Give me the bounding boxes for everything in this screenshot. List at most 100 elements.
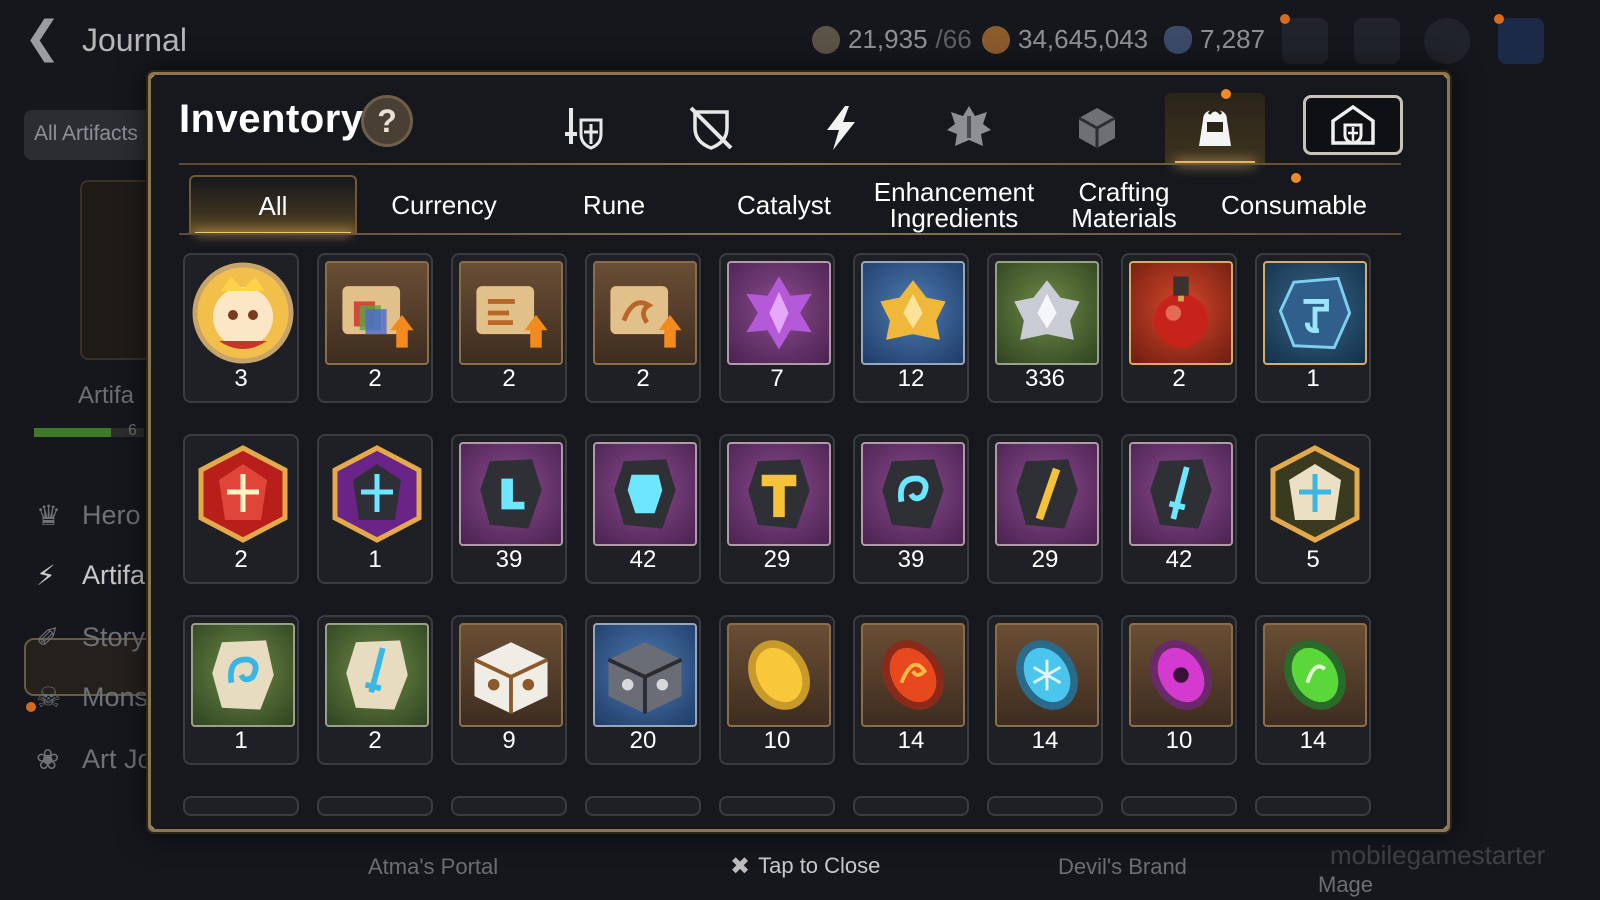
- item-quantity: 336: [1024, 365, 1066, 392]
- inventory-slot-partial[interactable]: [317, 796, 433, 816]
- inventory-slot[interactable]: 42: [585, 434, 701, 584]
- inventory-slot-partial[interactable]: [585, 796, 701, 816]
- inventory-slot[interactable]: 2: [317, 615, 433, 765]
- inventory-slot-partial[interactable]: [1121, 796, 1237, 816]
- nav-artifact[interactable]: ⚡ Artifa: [36, 560, 145, 591]
- inventory-slot[interactable]: 1: [317, 434, 433, 584]
- tab-material[interactable]: [919, 93, 1019, 163]
- item-icon-frame: [1263, 261, 1367, 365]
- hero-icon: ♛: [36, 498, 62, 532]
- subtab-divider: [179, 233, 1401, 235]
- inventory-slot-partial[interactable]: [987, 796, 1103, 816]
- item-quantity: 2: [368, 727, 382, 754]
- slash-rune-icon: [1016, 459, 1078, 529]
- inventory-slot-partial[interactable]: [183, 796, 299, 816]
- phantasma-portrait-icon: [192, 262, 294, 364]
- inventory-slot[interactable]: 2: [317, 253, 433, 403]
- item-quantity: 7: [770, 365, 784, 392]
- inventory-slot[interactable]: 3: [183, 253, 299, 403]
- bag-notification-dot: [1221, 89, 1231, 99]
- nav-monster[interactable]: ☠ Mons: [36, 682, 148, 713]
- inventory-slot[interactable]: 39: [451, 434, 567, 584]
- subtab-crafting-materials[interactable]: Crafting Materials: [1041, 175, 1207, 235]
- tab-cube[interactable]: [1047, 93, 1147, 163]
- inventory-slot-partial[interactable]: [451, 796, 567, 816]
- subtab-consumable[interactable]: Consumable: [1211, 175, 1377, 235]
- inventory-slot[interactable]: 42: [1121, 434, 1237, 584]
- nav-story-label: Story: [82, 622, 146, 652]
- storage-icon: [1331, 104, 1375, 145]
- menu-grid-icon[interactable]: [1498, 18, 1544, 64]
- cube-icon: [1078, 108, 1116, 148]
- gold-counter[interactable]: 34,645,043: [982, 24, 1148, 55]
- subtab-currency[interactable]: Currency: [361, 175, 527, 235]
- mail-icon[interactable]: [1354, 18, 1400, 64]
- tab-bag[interactable]: [1165, 93, 1265, 165]
- nav-hero[interactable]: ♛ Hero: [36, 500, 141, 531]
- item-quantity: 5: [1306, 546, 1320, 573]
- inventory-slot[interactable]: 29: [987, 434, 1103, 584]
- inventory-slot[interactable]: 1: [1255, 253, 1371, 403]
- subtab-enhancement-ingredients[interactable]: Enhancement Ingredients: [869, 175, 1039, 235]
- nav-story[interactable]: ✐ Story: [36, 622, 145, 653]
- skystone-counter[interactable]: 7,287: [1164, 24, 1265, 55]
- help-button[interactable]: ?: [361, 95, 413, 147]
- inventory-slot[interactable]: 10: [1121, 615, 1237, 765]
- inventory-slot[interactable]: 336: [987, 253, 1103, 403]
- inventory-slot[interactable]: 1: [183, 615, 299, 765]
- item-quantity: 1: [1306, 365, 1320, 392]
- back-arrow-icon[interactable]: ❮: [24, 16, 68, 62]
- tab-equipment[interactable]: [533, 93, 633, 163]
- stamina-max: /66: [935, 24, 972, 54]
- gold-crystal-icon: [880, 280, 946, 340]
- tab-artifact[interactable]: [791, 93, 891, 163]
- menu-notification-dot: [1494, 14, 1504, 24]
- item-quantity: 10: [763, 727, 791, 754]
- inventory-slot[interactable]: 14: [1255, 615, 1371, 765]
- inventory-slot[interactable]: 14: [987, 615, 1103, 765]
- inventory-slot[interactable]: 12: [853, 253, 969, 403]
- inventory-slot[interactable]: 7: [719, 253, 835, 403]
- tab-unequipped[interactable]: [661, 93, 761, 163]
- tab-storage[interactable]: [1303, 95, 1403, 155]
- notification-dot: [1280, 14, 1290, 24]
- hammer-rune-icon: [748, 459, 810, 529]
- item-icon-frame: [995, 261, 1099, 365]
- stamina-counter[interactable]: 21,935/66: [812, 24, 972, 55]
- inventory-slot[interactable]: 2: [1121, 253, 1237, 403]
- top-bar: ❮ Journal 21,935/66 34,645,043 7,287: [0, 0, 1600, 82]
- chat-icon[interactable]: [1424, 18, 1470, 64]
- subtab-catalyst[interactable]: Catalyst: [701, 175, 867, 235]
- inventory-slot[interactable]: 20: [585, 615, 701, 765]
- friends-icon[interactable]: [1282, 18, 1328, 64]
- item-icon-frame: [593, 623, 697, 727]
- inventory-slot-partial[interactable]: [1255, 796, 1371, 816]
- inventory-slot[interactable]: 2: [585, 253, 701, 403]
- inventory-slot-partial[interactable]: [719, 796, 835, 816]
- subtab-all[interactable]: All: [189, 175, 357, 235]
- item-icon-frame: [459, 442, 563, 546]
- item-icon-frame: [727, 623, 831, 727]
- item-icon-frame: [191, 623, 295, 727]
- tap-to-close[interactable]: ✖ Tap to Close: [730, 852, 880, 880]
- inventory-slot[interactable]: 2: [451, 253, 567, 403]
- inventory-slot[interactable]: 14: [853, 615, 969, 765]
- subtab-consumable-label: Consumable: [1221, 190, 1367, 220]
- inventory-slot[interactable]: 39: [853, 434, 969, 584]
- nature-gem-icon: [1284, 640, 1346, 710]
- inventory-slot[interactable]: 9: [451, 615, 567, 765]
- page-title: Journal: [82, 22, 187, 58]
- subtab-catalyst-label: Catalyst: [737, 190, 831, 220]
- inventory-slot[interactable]: 29: [719, 434, 835, 584]
- exp-bar-fill: [34, 428, 111, 437]
- red-chest-icon: [473, 642, 549, 714]
- inventory-slot-partial[interactable]: [853, 796, 969, 816]
- consumable-notification-dot: [1291, 173, 1301, 183]
- inventory-slot[interactable]: 5: [1255, 434, 1371, 584]
- dragon-scroll-icon: [610, 286, 682, 348]
- inventory-slot[interactable]: 10: [719, 615, 835, 765]
- inventory-slot[interactable]: 2: [183, 434, 299, 584]
- nav-art[interactable]: ❀ Art Jo: [36, 744, 153, 775]
- subtab-rune[interactable]: Rune: [531, 175, 697, 235]
- sword-rune-icon: [1150, 459, 1212, 529]
